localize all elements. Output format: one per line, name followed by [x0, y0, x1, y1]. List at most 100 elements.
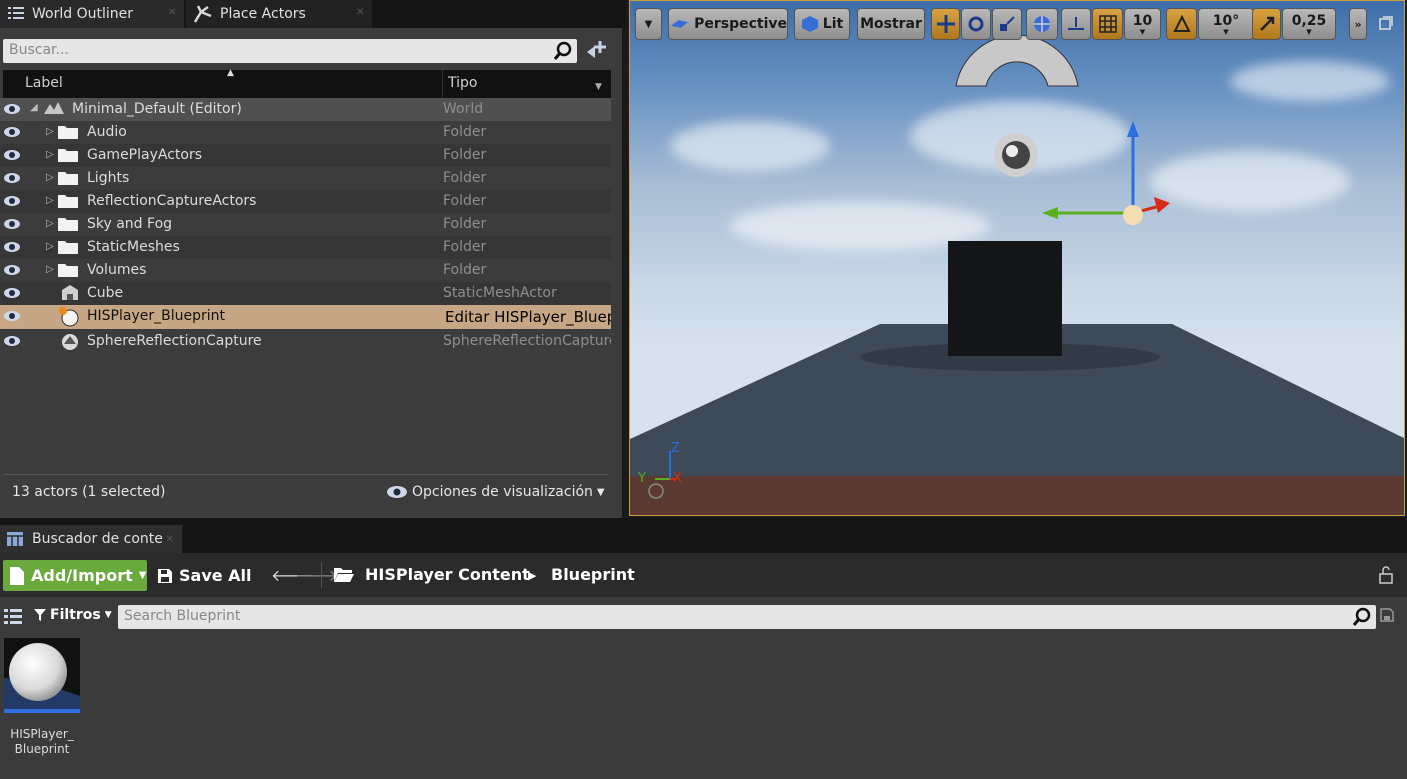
scale-icon — [1000, 16, 1015, 31]
close-tab-icon[interactable]: ✕ — [168, 8, 176, 18]
lit-button[interactable]: Lit — [794, 8, 850, 40]
surface-snap-button[interactable] — [1061, 8, 1091, 40]
expand-arrow-icon[interactable]: ▷ — [46, 264, 54, 275]
outliner-row-folder[interactable]: ▷ Sky and Fog Folder — [0, 213, 611, 236]
sources-panel-toggle-icon[interactable] — [2, 607, 24, 625]
close-tab-icon[interactable]: ✕ — [166, 534, 174, 545]
column-divider[interactable] — [442, 70, 443, 98]
axis-z-label: Z — [671, 441, 680, 456]
asset-search-placeholder: Search Blueprint — [124, 608, 241, 624]
toolbar-overflow-button[interactable]: » — [1349, 8, 1367, 40]
column-label[interactable]: Label — [25, 75, 63, 91]
row-label: HISPlayer_Blueprint — [87, 308, 225, 324]
world-space-toggle[interactable] — [1026, 8, 1058, 40]
outliner-row-folder[interactable]: ▷ Lights Folder — [0, 167, 611, 190]
eye-icon[interactable] — [3, 195, 21, 207]
expand-arrow-icon[interactable]: ▷ — [46, 195, 54, 206]
breadcrumb-root[interactable]: HISPlayer Content — [365, 565, 530, 584]
eye-icon[interactable] — [3, 149, 21, 161]
dropdown-arrow-icon: ▼ — [1139, 28, 1146, 36]
eye-icon[interactable] — [3, 218, 21, 230]
eye-icon[interactable] — [3, 172, 21, 184]
outliner-footer-divider — [3, 474, 609, 475]
folder-icon — [58, 126, 78, 139]
column-dropdown-icon[interactable]: ▼ — [595, 82, 602, 92]
grid-snap-value[interactable]: 10 ▼ — [1124, 8, 1161, 40]
folder-open-icon[interactable] — [333, 566, 355, 583]
outliner-row-world[interactable]: ◢ Minimal_Default (Editor) World — [0, 98, 611, 121]
world-icon — [44, 102, 64, 114]
rotation-snap-value[interactable]: 10° ▼ — [1198, 8, 1254, 40]
tab-world-outliner[interactable]: World Outliner ✕ — [0, 0, 184, 28]
expand-arrow-icon[interactable]: ▷ — [46, 218, 54, 229]
asset-tile-hisplayer-blueprint[interactable] — [4, 638, 80, 713]
collapse-arrow-icon[interactable]: ◢ — [30, 102, 38, 113]
column-type[interactable]: Tipo — [448, 75, 477, 91]
eye-icon[interactable] — [3, 126, 21, 138]
level-viewport[interactable]: Z Y X ▼ Perspective Lit Mostrar 10 ▼ 10°… — [629, 0, 1405, 516]
translate-tool[interactable] — [931, 8, 960, 40]
tab-content-browser[interactable]: Buscador de conte ✕ — [0, 525, 182, 553]
show-button[interactable]: Mostrar — [857, 8, 925, 40]
expand-arrow-icon[interactable]: ▷ — [46, 149, 54, 160]
outliner-search-input[interactable]: Buscar... — [3, 39, 577, 63]
row-label: Cube — [87, 285, 124, 301]
lock-icon[interactable] — [1378, 566, 1394, 584]
outliner-row-folder[interactable]: ▷ GamePlayActors Folder — [0, 144, 611, 167]
search-icon[interactable] — [1352, 607, 1372, 627]
eye-icon[interactable] — [3, 264, 21, 276]
row-type: Folder — [443, 170, 487, 186]
expand-arrow-icon[interactable]: ▷ — [46, 126, 54, 137]
tab-place-actors[interactable]: Place Actors ✕ — [186, 0, 372, 28]
content-browser-body: Filtros ▼ Search Blueprint HISPlayer_ Bl… — [0, 597, 1407, 779]
add-import-button[interactable]: Add/Import ▼ — [3, 560, 147, 591]
expand-arrow-icon[interactable]: ▷ — [46, 241, 54, 252]
axis-x-label: X — [673, 471, 682, 486]
row-label: GamePlayActors — [87, 147, 203, 163]
filters-label: Filtros — [50, 607, 101, 623]
asset-label-line-1: HISPlayer_ — [10, 727, 74, 741]
search-icon[interactable] — [553, 41, 573, 61]
blueprint-actor-icon — [59, 307, 79, 327]
outliner-row-folder[interactable]: ▷ Volumes Folder — [0, 259, 611, 282]
rotation-snap-toggle[interactable] — [1166, 8, 1197, 40]
outliner-row-folder[interactable]: ▷ Audio Folder — [0, 121, 611, 144]
asset-search-input[interactable]: Search Blueprint — [118, 605, 1376, 629]
folder-icon — [58, 264, 78, 277]
dropdown-arrow-icon: ▼ — [104, 610, 112, 620]
scale-tool[interactable] — [992, 8, 1022, 40]
save-all-label: Save All — [179, 566, 252, 585]
forward-arrow-icon[interactable]: 🡒 — [295, 565, 338, 585]
dropdown-arrow-icon: ▼ — [1223, 28, 1229, 36]
outliner-row-folder[interactable]: ▷ StaticMeshes Folder — [0, 236, 611, 259]
eye-icon[interactable] — [3, 335, 21, 347]
expand-arrow-icon[interactable]: ▷ — [46, 172, 54, 183]
save-search-icon[interactable] — [1380, 608, 1394, 622]
maximize-viewport-button[interactable] — [1378, 15, 1396, 33]
breadcrumb-separator-icon[interactable]: ▶ — [528, 569, 536, 582]
view-options-button[interactable]: Opciones de visualización ▼ — [386, 484, 605, 500]
row-type-edit-link[interactable]: Editar HISPlayer_Blueprint — [445, 308, 611, 326]
rotate-tool[interactable] — [961, 8, 991, 40]
eye-icon[interactable] — [3, 310, 21, 322]
row-type: Folder — [443, 124, 487, 140]
filters-button[interactable]: Filtros ▼ — [34, 607, 112, 623]
scale-snap-value[interactable]: 0,25 ▼ — [1282, 8, 1336, 40]
outliner-row-folder[interactable]: ▷ ReflectionCaptureActors Folder — [0, 190, 611, 213]
grid-snap-toggle[interactable] — [1092, 8, 1123, 40]
outliner-row-actor[interactable]: Cube StaticMeshActor — [0, 282, 611, 305]
perspective-button[interactable]: Perspective — [668, 8, 788, 40]
left-tab-bar: World Outliner ✕ Place Actors ✕ — [0, 0, 626, 28]
breadcrumb-leaf[interactable]: Blueprint — [551, 565, 635, 584]
eye-icon[interactable] — [3, 103, 21, 115]
outliner-row-actor[interactable]: SphereReflectionCapture SphereReflection… — [0, 330, 611, 354]
eye-icon[interactable] — [3, 287, 21, 299]
eye-icon[interactable] — [3, 241, 21, 253]
rotation-snap-label: 10° — [1212, 13, 1240, 29]
save-all-button[interactable]: Save All — [157, 566, 252, 585]
outliner-row-selected[interactable]: HISPlayer_Blueprint Editar HISPlayer_Blu… — [0, 305, 611, 329]
viewport-options-button[interactable]: ▼ — [635, 8, 662, 40]
add-filter-icon[interactable] — [584, 38, 608, 62]
close-tab-icon[interactable]: ✕ — [356, 8, 364, 18]
scale-snap-toggle[interactable] — [1252, 8, 1281, 40]
